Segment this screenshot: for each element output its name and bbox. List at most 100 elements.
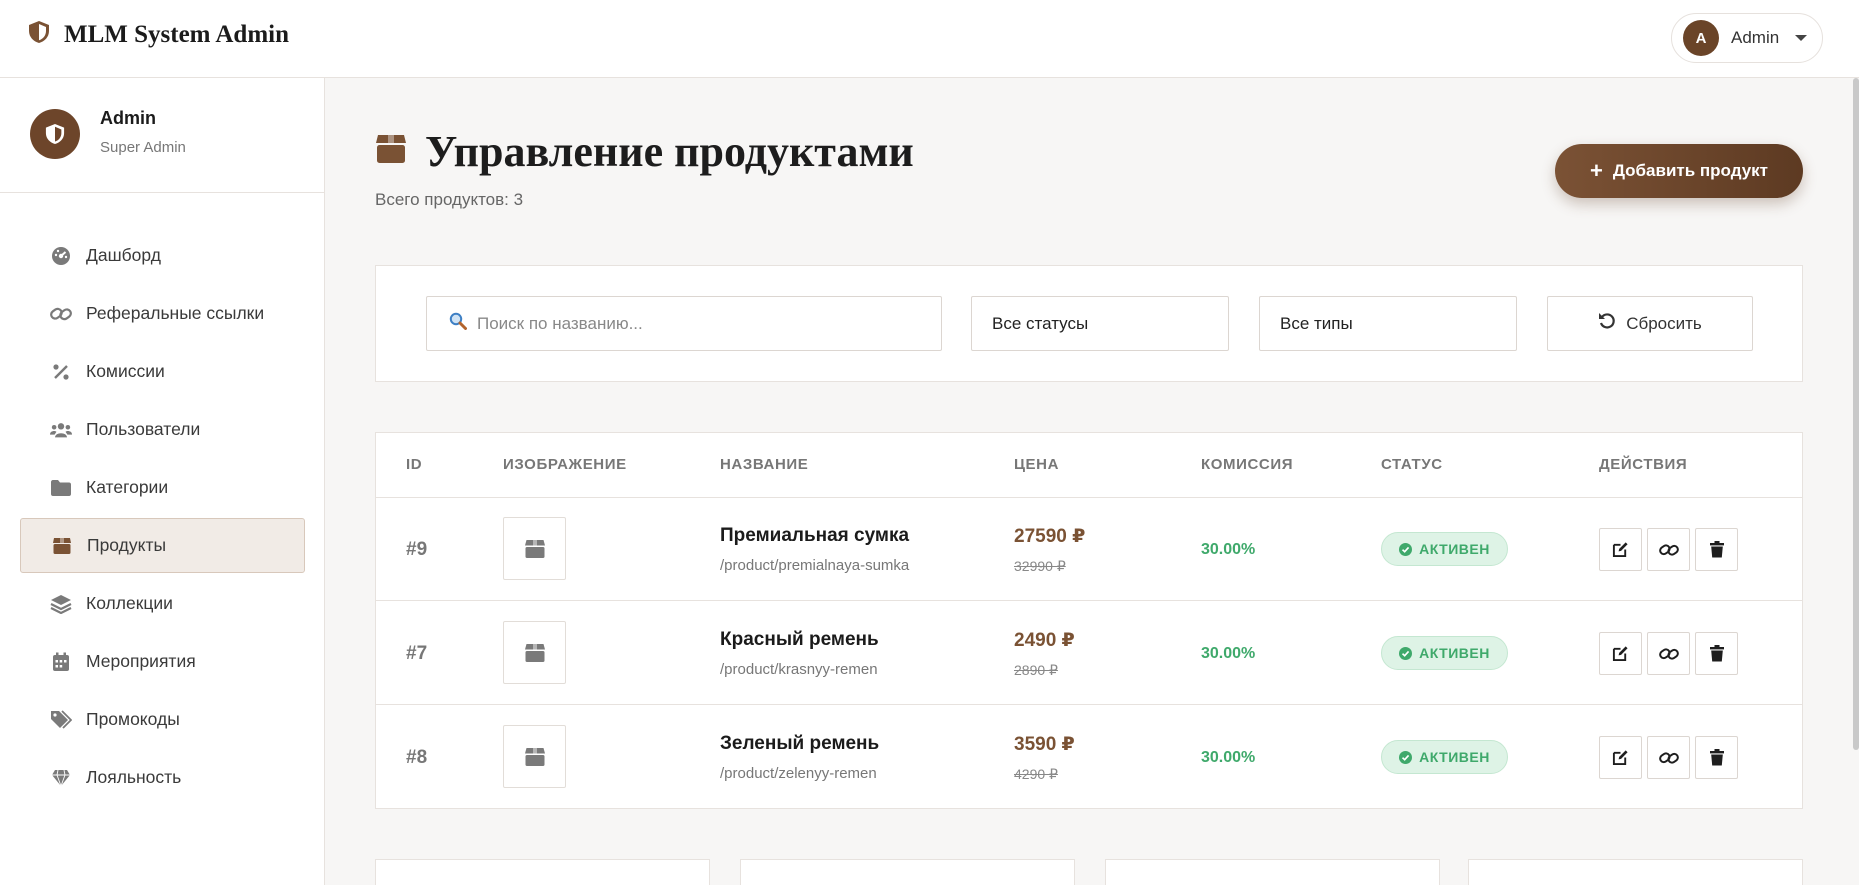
tags-icon xyxy=(50,709,72,731)
row-actions xyxy=(1599,528,1738,571)
sidebar-item-users[interactable]: Пользователи xyxy=(20,402,305,457)
status-label: АКТИВЕН xyxy=(1419,541,1490,557)
filters-panel: Все статусы Все типы Сбросить xyxy=(375,265,1803,382)
edit-icon xyxy=(1612,750,1628,766)
edit-button[interactable] xyxy=(1599,528,1642,571)
sidebar-item-products[interactable]: Продукты xyxy=(20,518,305,573)
stat-card xyxy=(740,859,1075,885)
status-badge: АКТИВЕН xyxy=(1381,636,1508,670)
product-name[interactable]: Премиальная сумка xyxy=(720,525,909,547)
avatar: A xyxy=(1683,20,1719,56)
chevron-down-icon xyxy=(1795,35,1808,41)
stat-card xyxy=(375,859,710,885)
status-badge: АКТИВЕН xyxy=(1381,740,1508,774)
sidebar-item-label: Промокоды xyxy=(86,709,180,729)
sidebar-item-categories[interactable]: Категории xyxy=(20,460,305,515)
link-icon xyxy=(1658,647,1679,660)
check-circle-icon xyxy=(1399,646,1413,660)
product-commission: 30.00% xyxy=(1201,749,1256,766)
product-price: 27590 ₽ xyxy=(1014,526,1086,547)
product-slug: /product/premialnaya-sumka xyxy=(720,557,910,574)
sidebar-item-loyalty[interactable]: Лояльность xyxy=(20,750,305,805)
users-icon xyxy=(50,419,72,441)
copy-link-button[interactable] xyxy=(1647,736,1690,779)
add-product-label: Добавить продукт xyxy=(1612,161,1769,180)
product-name[interactable]: Красный ремень xyxy=(720,629,879,651)
sidebar-item-label: Продукты xyxy=(87,535,167,555)
column-header-status: СТАТУС xyxy=(1381,456,1443,473)
delete-button[interactable] xyxy=(1695,736,1738,779)
link-icon xyxy=(1658,543,1679,556)
product-old-price: 32990 ₽ xyxy=(1014,558,1066,574)
sidebar-item-referral-links[interactable]: Реферальные ссылки xyxy=(20,286,305,341)
link-icon xyxy=(1658,751,1679,764)
delete-button[interactable] xyxy=(1695,528,1738,571)
type-filter-value: Все типы xyxy=(1280,313,1353,333)
shield-icon xyxy=(28,20,50,49)
folder-icon xyxy=(50,477,72,499)
sidebar-item-label: Категории xyxy=(86,477,169,497)
product-slug: /product/zelenyy-remen xyxy=(720,765,877,782)
profile-avatar xyxy=(30,109,80,159)
search-input[interactable] xyxy=(477,313,917,334)
status-badge: АКТИВЕН xyxy=(1381,532,1508,566)
row-actions xyxy=(1599,632,1738,675)
sidebar-item-commissions[interactable]: Комиссии xyxy=(20,344,305,399)
profile-role: Super Admin xyxy=(100,139,186,156)
search-box[interactable] xyxy=(426,296,942,351)
column-header-name: НАЗВАНИЕ xyxy=(720,456,809,473)
sidebar-item-collections[interactable]: Коллекции xyxy=(20,576,305,631)
status-label: АКТИВЕН xyxy=(1419,749,1490,765)
search-icon xyxy=(449,312,467,335)
check-circle-icon xyxy=(1399,542,1413,556)
status-filter-value: Все статусы xyxy=(992,313,1089,333)
shield-icon xyxy=(45,124,65,144)
dashboard-icon xyxy=(50,245,72,267)
box-icon xyxy=(51,535,73,557)
edit-button[interactable] xyxy=(1599,736,1642,779)
box-icon xyxy=(524,747,545,766)
page-scrollbar[interactable] xyxy=(1853,78,1859,750)
box-icon xyxy=(524,643,545,662)
sidebar-item-label: Мероприятия xyxy=(86,651,196,671)
brand[interactable]: MLM System Admin xyxy=(28,20,289,49)
calendar-icon xyxy=(50,651,72,673)
page-title: Управление продуктами xyxy=(425,127,914,176)
products-table: ID ИЗОБРАЖЕНИЕ НАЗВАНИЕ ЦЕНА КОМИССИЯ СТ… xyxy=(375,432,1803,809)
link-icon xyxy=(50,303,72,325)
status-label: АКТИВЕН xyxy=(1419,645,1490,661)
product-name[interactable]: Зеленый ремень xyxy=(720,733,879,755)
user-name: Admin xyxy=(1731,28,1780,47)
column-header-image: ИЗОБРАЖЕНИЕ xyxy=(503,456,627,473)
box-icon xyxy=(375,134,407,169)
edit-button[interactable] xyxy=(1599,632,1642,675)
user-menu-button[interactable]: A Admin xyxy=(1671,13,1823,63)
product-id: #9 xyxy=(406,539,428,560)
product-id: #7 xyxy=(406,643,428,664)
sidebar-nav: Дашборд Реферальные ссылки Комиссии Поль… xyxy=(20,228,305,808)
sidebar-item-promocodes[interactable]: Промокоды xyxy=(20,692,305,747)
product-old-price: 4290 ₽ xyxy=(1014,766,1058,782)
box-icon xyxy=(524,539,545,558)
copy-link-button[interactable] xyxy=(1647,528,1690,571)
type-filter-select[interactable]: Все типы xyxy=(1259,296,1517,351)
percent-icon xyxy=(50,361,72,383)
reset-filters-button[interactable]: Сбросить xyxy=(1547,296,1753,351)
sidebar-item-events[interactable]: Мероприятия xyxy=(20,634,305,689)
delete-button[interactable] xyxy=(1695,632,1738,675)
product-id: #8 xyxy=(406,747,428,768)
profile-name: Admin xyxy=(100,108,156,128)
sidebar-item-label: Коллекции xyxy=(86,593,173,613)
column-header-id: ID xyxy=(406,456,423,473)
product-image-placeholder xyxy=(503,621,566,684)
column-header-price: ЦЕНА xyxy=(1014,456,1060,473)
status-filter-select[interactable]: Все статусы xyxy=(971,296,1229,351)
edit-icon xyxy=(1612,646,1628,662)
sidebar-item-label: Комиссии xyxy=(86,361,165,381)
app-title: MLM System Admin xyxy=(64,20,289,48)
add-product-button[interactable]: + Добавить продукт xyxy=(1555,144,1803,198)
sidebar-item-dashboard[interactable]: Дашборд xyxy=(20,228,305,283)
top-header: MLM System Admin A Admin xyxy=(0,0,1859,78)
copy-link-button[interactable] xyxy=(1647,632,1690,675)
gem-icon xyxy=(50,767,72,789)
